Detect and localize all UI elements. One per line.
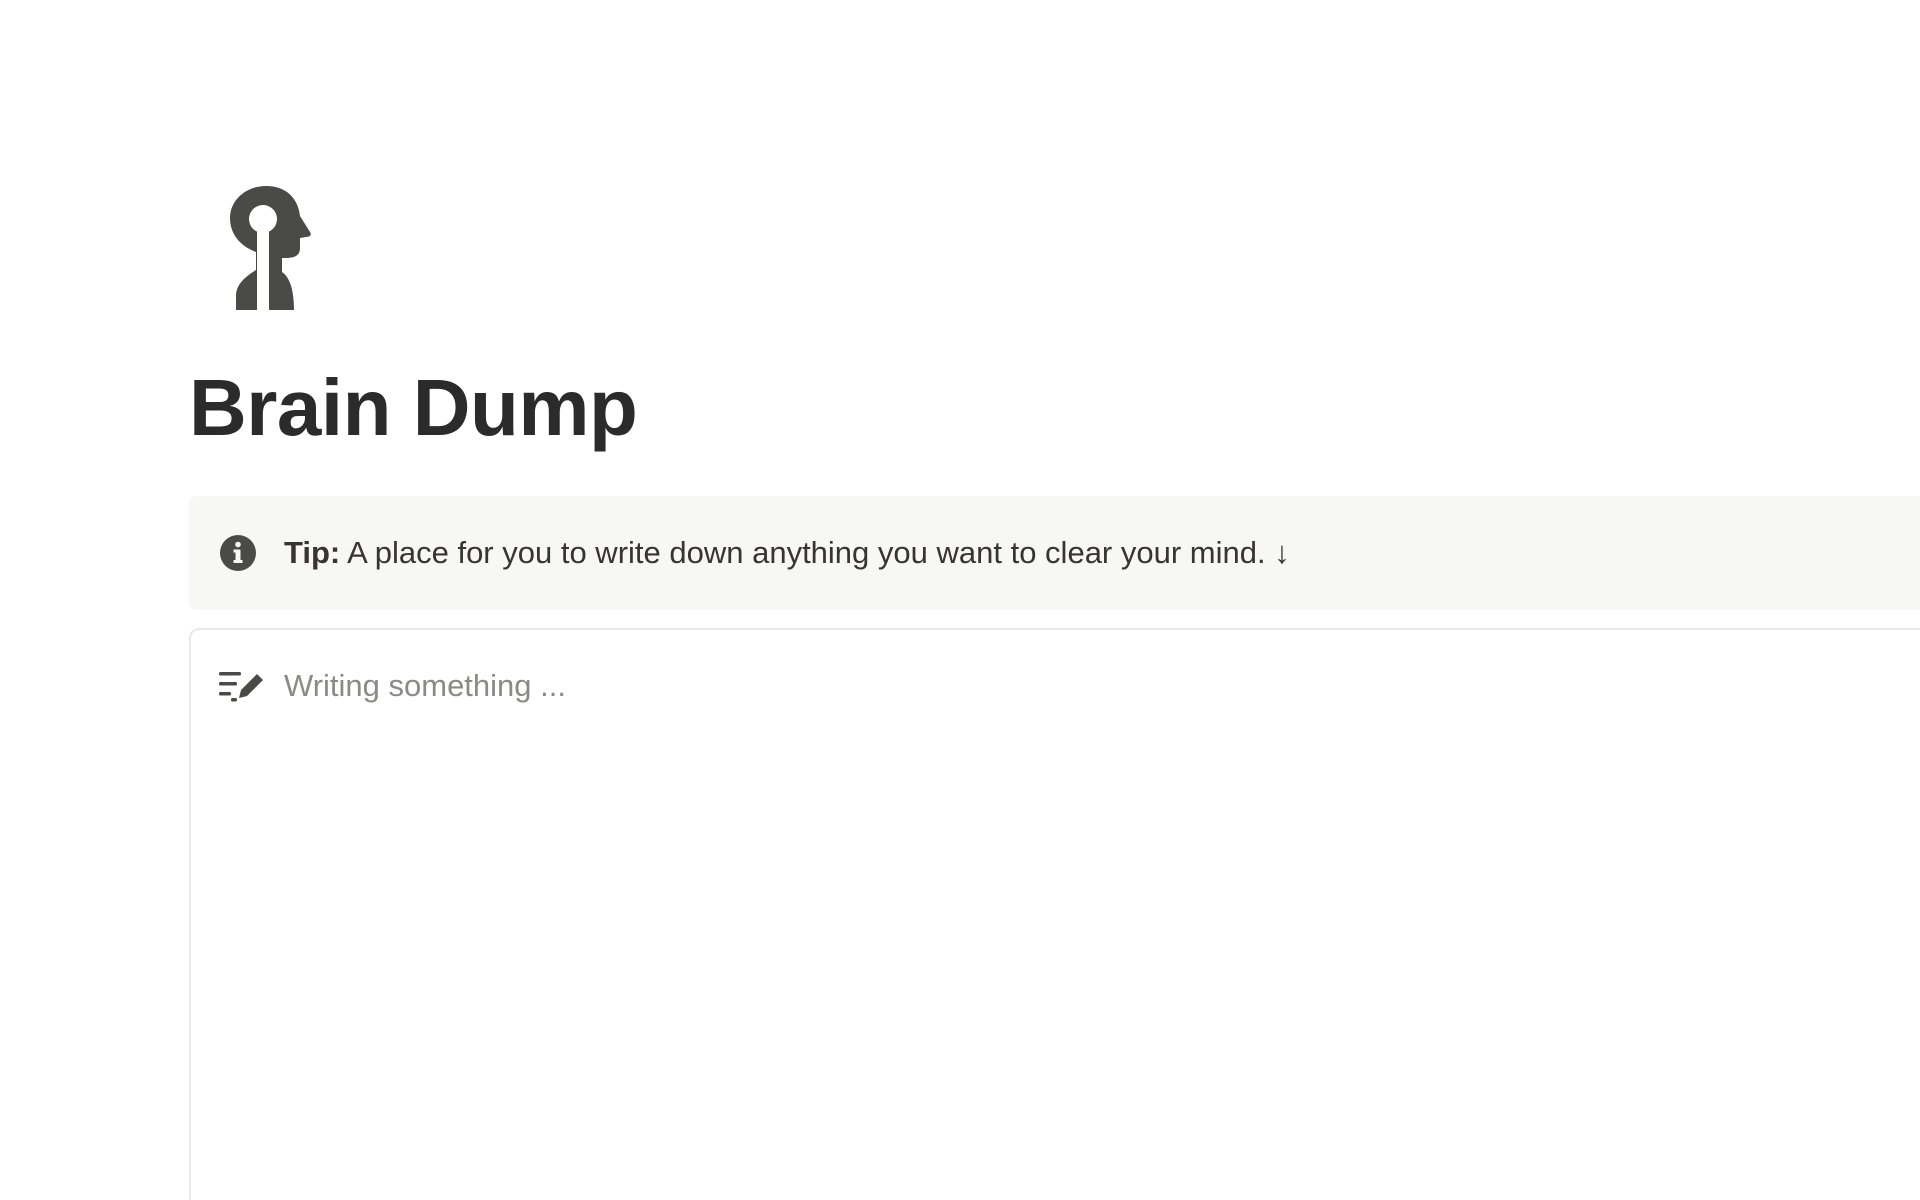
brain-dump-editor[interactable] bbox=[189, 628, 1920, 1200]
tip-message: A place for you to write down anything y… bbox=[340, 535, 1290, 570]
tip-callout: Tip: A place for you to write down anyth… bbox=[189, 496, 1920, 610]
callout-text[interactable]: Tip: A place for you to write down anyth… bbox=[284, 535, 1290, 571]
head-keyhole-icon[interactable] bbox=[226, 186, 326, 310]
brain-dump-input[interactable] bbox=[284, 664, 1844, 708]
page: Brain Dump Tip: A place for you to write… bbox=[0, 0, 1920, 1200]
write-notes-icon bbox=[217, 668, 265, 704]
page-title[interactable]: Brain Dump bbox=[189, 358, 638, 458]
info-icon bbox=[219, 534, 257, 572]
tip-label: Tip: bbox=[284, 535, 341, 570]
